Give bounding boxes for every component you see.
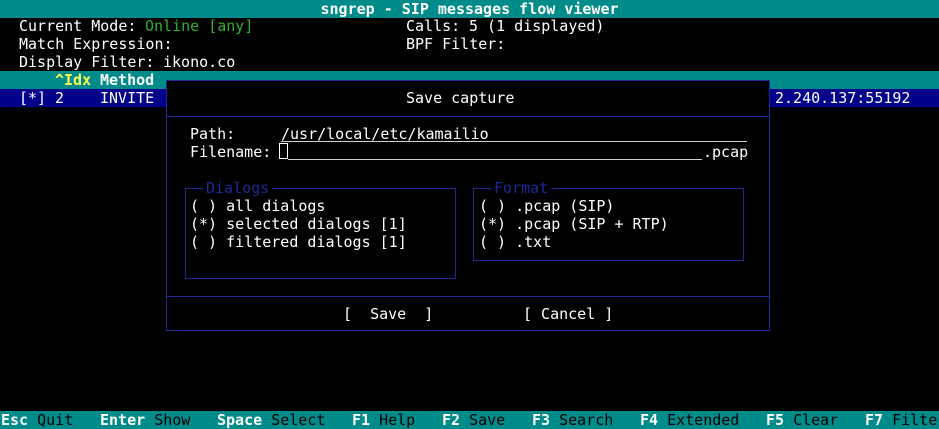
option-txt[interactable]: ( ) .txt — [479, 233, 551, 251]
column-method[interactable]: Method — [100, 71, 154, 89]
footer-f1-help[interactable]: F1 Help — [352, 411, 415, 429]
match-expression-label: Match Expression: — [19, 35, 173, 53]
footer-label: Quit — [37, 411, 74, 429]
row-destination: 2.240.137:55192 — [775, 89, 911, 107]
footer-key: F2 — [442, 411, 461, 429]
row-selected-marker[interactable]: [*] — [19, 89, 46, 107]
calls-label: Calls: — [406, 17, 461, 35]
current-mode-label: Current Mode: — [19, 17, 137, 35]
footer-f7-filter[interactable]: F7 Filte — [865, 411, 937, 429]
path-input-underline — [281, 141, 747, 142]
footer-label: Extended — [667, 411, 740, 429]
display-filter-label: Display Filter: — [19, 53, 155, 71]
path-label: Path: — [190, 125, 236, 143]
footer-key: Space — [217, 411, 263, 429]
row-method: INVITE — [100, 89, 155, 107]
footer-key: F5 — [766, 411, 785, 429]
footer-f3-search[interactable]: F3 Search — [532, 411, 613, 429]
dialog-button-separator — [166, 296, 770, 297]
footer-label: Help — [379, 411, 416, 429]
footer-f4-extended[interactable]: F4 Extended — [640, 411, 739, 429]
dialog-title: Save capture — [406, 89, 515, 107]
option-pcap-sip[interactable]: ( ) .pcap (SIP) — [479, 197, 614, 215]
footer-label: Select — [271, 411, 326, 429]
dialog-title-separator — [166, 116, 770, 117]
row-idx: 2 — [55, 89, 65, 107]
footer-f2-save[interactable]: F2 Save — [442, 411, 505, 429]
option-selected-dialogs[interactable]: (*) selected dialogs [1] — [190, 215, 407, 233]
footer-key: Enter — [100, 411, 146, 429]
footer-label: Show — [154, 411, 191, 429]
window-title: sngrep - SIP messages flow viewer — [320, 0, 619, 18]
current-mode-value: Online [any] — [145, 17, 254, 35]
footer-label: Filte — [892, 411, 938, 429]
filename-label: Filename: — [190, 143, 272, 161]
save-button[interactable]: [ Save ] — [343, 305, 433, 323]
footer-label: Save — [469, 411, 506, 429]
footer-key: F3 — [532, 411, 551, 429]
footer-key: Esc — [1, 411, 29, 429]
option-pcap-sip-rtp[interactable]: (*) .pcap (SIP + RTP) — [479, 215, 669, 233]
dialogs-legend: Dialogs — [203, 179, 273, 197]
footer-key: F4 — [640, 411, 659, 429]
footer-space-select[interactable]: Space Select — [217, 411, 325, 429]
display-filter-value[interactable]: ikono.co — [163, 53, 235, 71]
footer-label: Clear — [793, 411, 839, 429]
footer-label: Search — [559, 411, 614, 429]
footer-f5-clear[interactable]: F5 Clear — [766, 411, 838, 429]
option-all-dialogs[interactable]: ( ) all dialogs — [190, 197, 325, 215]
cancel-button[interactable]: [ Cancel ] — [523, 305, 613, 323]
filename-input[interactable] — [288, 159, 702, 160]
option-filtered-dialogs[interactable]: ( ) filtered dialogs [1] — [190, 233, 407, 251]
column-idx[interactable]: ^Idx — [55, 71, 91, 89]
footer-key: F1 — [352, 411, 371, 429]
filename-extension: .pcap — [703, 143, 749, 161]
format-legend: Format — [491, 179, 552, 197]
footer-key: F7 — [865, 411, 884, 429]
calls-value: 5 (1 displayed) — [469, 17, 605, 35]
bpf-filter-label: BPF Filter: — [406, 35, 506, 53]
footer-enter-show[interactable]: Enter Show — [100, 411, 190, 429]
filename-cursor — [279, 143, 288, 159]
footer-esc-quit[interactable]: Esc Quit — [1, 411, 73, 429]
